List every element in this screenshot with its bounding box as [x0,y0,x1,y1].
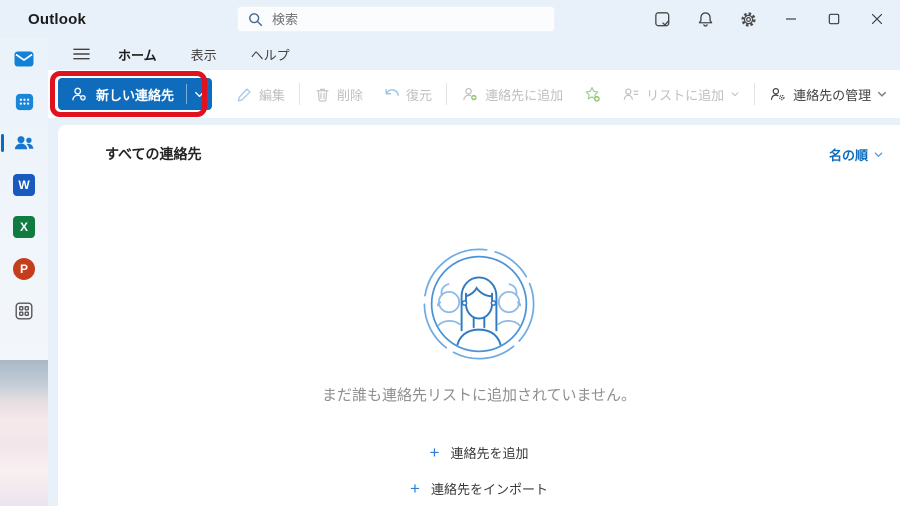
chevron-down-icon [730,89,740,99]
ribbon-collapse-chevron-icon[interactable] [872,84,892,104]
delete-label: 削除 [337,87,364,103]
toolbar-divider [299,83,301,105]
new-contact-dropdown[interactable] [187,78,212,110]
titlebar: Outlook [0,0,900,38]
selection-indicator [1,134,4,152]
tab-home[interactable]: ホーム [106,41,169,68]
people-icon [12,131,36,155]
tab-view[interactable]: 表示 [179,41,229,68]
sidebar-item-powerpoint[interactable]: P [0,248,48,290]
empty-message: まだ誰も連絡先リストに追加されていません。 [321,387,637,404]
app-rail: W X P [0,38,48,506]
plus-icon: + [429,443,440,462]
excel-icon: X [13,216,35,238]
mail-icon [12,47,36,71]
add-to-contacts-button[interactable]: 連絡先に追加 [451,78,573,110]
sidebar-item-mail[interactable] [0,38,48,80]
toolbar-divider [446,83,448,105]
plus-icon: + [410,479,420,498]
add-contact-label: 連絡先を追加 [450,446,529,461]
new-contact-button[interactable]: 新しい連絡先 [58,78,213,110]
person-list-icon [622,85,640,103]
edit-button[interactable]: 編集 [226,78,295,110]
trash-icon [314,86,331,103]
add-favorite-button[interactable] [573,78,612,110]
chevron-down-icon [873,149,884,160]
sidebar-item-people[interactable] [0,122,48,164]
person-add-icon [70,85,88,103]
sort-label: 名の順 [828,147,868,163]
notifications-icon[interactable] [694,7,716,31]
new-contact-label: 新しい連絡先 [96,87,175,103]
empty-state: まだ誰も連絡先リストに追加されていません。 + 連絡先を追加 + 連絡先をインポ… [58,172,900,506]
list-title: すべての連絡先 [105,146,202,162]
toolbar-divider [754,83,756,105]
settings-icon[interactable] [737,7,759,31]
calendar-icon [13,90,36,113]
hamburger-icon[interactable] [66,41,96,67]
import-contacts-link[interactable]: + 連絡先をインポート [410,479,548,498]
ribbon-toolbar: 新しい連絡先 編集 削除 復元 連絡先に追加 リストに追加 連絡先の管理 [48,70,900,118]
sidebar-item-apps[interactable] [0,290,48,332]
search-icon [248,12,263,27]
maximize-icon[interactable] [823,7,845,31]
sort-control[interactable]: 名の順 [829,145,884,164]
delete-button[interactable]: 削除 [304,78,373,110]
sidebar-item-excel[interactable]: X [0,206,48,248]
rail-wallpaper [0,360,48,506]
add-contact-link[interactable]: + 連絡先を追加 [430,443,529,462]
person-add-green-icon [461,85,479,103]
contacts-empty-illustration [421,246,537,362]
add-to-contacts-label: 連絡先に追加 [485,87,564,103]
toolbar-gap [48,118,900,125]
restore-label: 復元 [406,87,433,103]
menubar: ホーム 表示 ヘルプ [48,38,900,70]
contacts-header: すべての連絡先 名の順 [58,125,900,172]
search-box[interactable] [237,6,555,32]
close-icon[interactable] [866,7,888,31]
sidebar-item-word[interactable]: W [0,164,48,206]
content-row: すべての連絡先 名の順 まだ誰も連絡先リストに追加されていません。 + 連絡先を… [48,125,900,506]
titlebar-icons [651,0,888,38]
new-contact-main[interactable]: 新しい連絡先 [58,78,186,110]
powerpoint-icon: P [13,258,35,280]
sidebar-item-calendar[interactable] [0,80,48,122]
main-area: ホーム 表示 ヘルプ 新しい連絡先 編集 削除 復元 連絡先に追加 リストに追加… [48,38,900,506]
pencil-icon [236,86,253,103]
import-contacts-label: 連絡先をインポート [430,482,548,497]
search-input[interactable] [272,11,544,27]
contacts-panel: すべての連絡先 名の順 まだ誰も連絡先リストに追加されていません。 + 連絡先を… [58,125,900,506]
undo-icon [383,86,400,103]
edit-label: 編集 [259,87,286,103]
minimize-icon[interactable] [780,7,802,31]
tab-help[interactable]: ヘルプ [239,41,302,68]
add-to-list-label: リストに追加 [646,87,725,103]
my-day-icon[interactable] [651,7,673,31]
app-title: Outlook [28,10,87,28]
manage-contacts-label: 連絡先の管理 [793,87,872,103]
word-icon: W [13,174,35,196]
apps-grid-icon [13,300,35,322]
person-gear-icon [769,85,787,103]
add-to-list-button[interactable]: リストに追加 [612,78,750,110]
star-add-icon [583,85,602,104]
restore-button[interactable]: 復元 [373,78,442,110]
